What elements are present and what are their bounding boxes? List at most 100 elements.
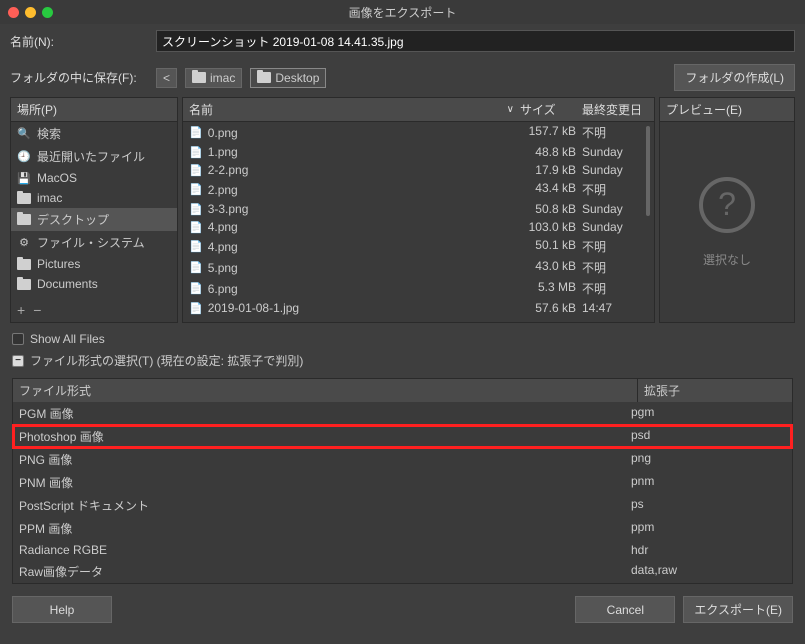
show-all-checkbox[interactable] (12, 333, 24, 345)
file-name: 4.png (208, 240, 238, 254)
title-bar: 画像をエクスポート (0, 0, 805, 24)
place-label: 最近開いたファイル (37, 148, 145, 165)
format-row[interactable]: PNM 画像pnm (13, 471, 792, 494)
file-size: 48.8 kB (520, 145, 582, 159)
format-row[interactable]: PNG 画像png (13, 448, 792, 471)
question-icon: ? (699, 177, 755, 233)
format-row[interactable]: PostScript ドキュメントps (13, 494, 792, 517)
file-size: 50.8 kB (520, 202, 582, 216)
place-item[interactable]: 💾 MacOS (11, 168, 177, 188)
file-row[interactable]: 📄2-2.png17.9 kBSunday (183, 161, 654, 179)
zoom-icon[interactable] (42, 7, 53, 18)
file-name: 5.png (208, 261, 238, 275)
create-folder-button[interactable]: フォルダの作成(L) (674, 64, 795, 91)
places-header: 場所(P) (11, 98, 177, 122)
format-col-type[interactable]: ファイル形式 (13, 379, 637, 402)
format-ext: hdr (631, 543, 786, 557)
folder-icon (17, 257, 31, 271)
cog-icon: ⚙ (17, 236, 31, 250)
file-row[interactable]: 📄2019-01-08-1.jpg57.6 kB14:47 (183, 299, 654, 317)
file-icon: 📄 (189, 302, 203, 315)
file-date: Sunday (582, 202, 648, 216)
col-date[interactable]: 最終変更日 (582, 101, 648, 118)
place-item[interactable]: Documents (11, 274, 177, 294)
format-ext: png (631, 451, 786, 468)
recent-icon: 🕘 (17, 150, 31, 164)
file-list-header: 名前 ∨ サイズ 最終変更日 (183, 98, 654, 122)
breadcrumb-desktop[interactable]: Desktop (250, 68, 326, 88)
format-section-toggle[interactable]: − (12, 355, 24, 367)
folder-icon (17, 213, 31, 227)
place-label: デスクトップ (37, 211, 109, 228)
format-row[interactable]: Raw画像データdata,raw (13, 560, 792, 583)
export-button[interactable]: エクスポート(E) (683, 596, 793, 623)
place-item[interactable]: ⚙ファイル・システム (11, 231, 177, 254)
place-label: MacOS (37, 171, 77, 185)
sort-chevron-icon[interactable]: ∨ (507, 104, 514, 115)
format-col-ext[interactable]: 拡張子 (637, 379, 792, 402)
cancel-button[interactable]: Cancel (575, 596, 675, 623)
file-name: 2019-01-08-1.jpg (208, 301, 299, 315)
file-icon: 📄 (189, 261, 203, 274)
file-date: 14:47 (582, 301, 648, 315)
format-type: PGM 画像 (19, 405, 631, 422)
format-ext: data,raw (631, 563, 786, 580)
col-size[interactable]: サイズ (520, 101, 582, 118)
remove-place-button[interactable]: − (33, 302, 41, 318)
file-size: 43.0 kB (520, 259, 582, 276)
filename-input[interactable] (156, 30, 795, 52)
place-item[interactable]: デスクトップ (11, 208, 177, 231)
place-item[interactable]: 🔍 検索 (11, 122, 177, 145)
format-type: PNM 画像 (19, 474, 631, 491)
file-icon: 📄 (189, 203, 203, 216)
format-row[interactable]: PGM 画像pgm (13, 402, 792, 425)
breadcrumb-imac[interactable]: imac (185, 68, 242, 88)
file-icon: 📄 (189, 282, 203, 295)
col-name[interactable]: 名前 (189, 101, 213, 118)
format-row[interactable]: Radiance RGBEhdr (13, 540, 792, 560)
file-icon: 📄 (189, 146, 203, 159)
back-button[interactable]: < (156, 68, 177, 88)
scrollbar-thumb[interactable] (646, 126, 650, 216)
place-label: Documents (37, 277, 98, 291)
add-place-button[interactable]: + (17, 302, 25, 318)
help-button[interactable]: Help (12, 596, 112, 623)
format-row[interactable]: PPM 画像ppm (13, 517, 792, 540)
window-controls (0, 7, 53, 18)
file-name: 2.png (208, 183, 238, 197)
file-row[interactable]: 📄0.png157.7 kB不明 (183, 122, 654, 143)
file-name: 3-3.png (208, 202, 249, 216)
file-date: 不明 (582, 259, 648, 276)
file-date: Sunday (582, 220, 648, 234)
file-list[interactable]: 📄0.png157.7 kB不明📄1.png48.8 kBSunday📄2-2.… (183, 122, 654, 322)
file-row[interactable]: 📄2.png43.4 kB不明 (183, 179, 654, 200)
file-row[interactable]: 📄6.png5.3 MB不明 (183, 278, 654, 299)
search-icon: 🔍 (17, 127, 31, 141)
disk-icon: 💾 (17, 171, 31, 185)
place-item[interactable]: Pictures (11, 254, 177, 274)
file-date: 不明 (582, 181, 648, 198)
minimize-icon[interactable] (25, 7, 36, 18)
file-row[interactable]: 📄 3-3.png 50.8 kBSunday (183, 200, 654, 218)
folder-icon (257, 72, 271, 83)
format-row[interactable]: Photoshop 画像psd (13, 425, 792, 448)
file-size: 43.4 kB (520, 181, 582, 198)
file-row[interactable]: 📄4.png103.0 kBSunday (183, 218, 654, 236)
window-title: 画像をエクスポート (349, 4, 457, 21)
folder-label: フォルダの中に保存(F): (10, 69, 148, 86)
folder-icon (17, 191, 31, 205)
format-ext: pgm (631, 405, 786, 422)
format-type: PNG 画像 (19, 451, 631, 468)
file-size: 5.3 MB (520, 280, 582, 297)
file-row[interactable]: 📄 5.png 43.0 kB不明 (183, 257, 654, 278)
file-row[interactable]: 📄1.png48.8 kBSunday (183, 143, 654, 161)
place-label: 検索 (37, 125, 61, 142)
places-panel: 場所(P) 🔍 検索 🕘 最近開いたファイル 💾 MacOS imac デスクトップ ⚙ファイル… (10, 97, 178, 323)
file-icon: 📄 (189, 221, 203, 234)
name-label: 名前(N): (10, 33, 148, 50)
place-item[interactable]: imac (11, 188, 177, 208)
place-item[interactable]: 🕘 最近開いたファイル (11, 145, 177, 168)
format-ext: ppm (631, 520, 786, 537)
file-row[interactable]: 📄4.png50.1 kB不明 (183, 236, 654, 257)
close-icon[interactable] (8, 7, 19, 18)
